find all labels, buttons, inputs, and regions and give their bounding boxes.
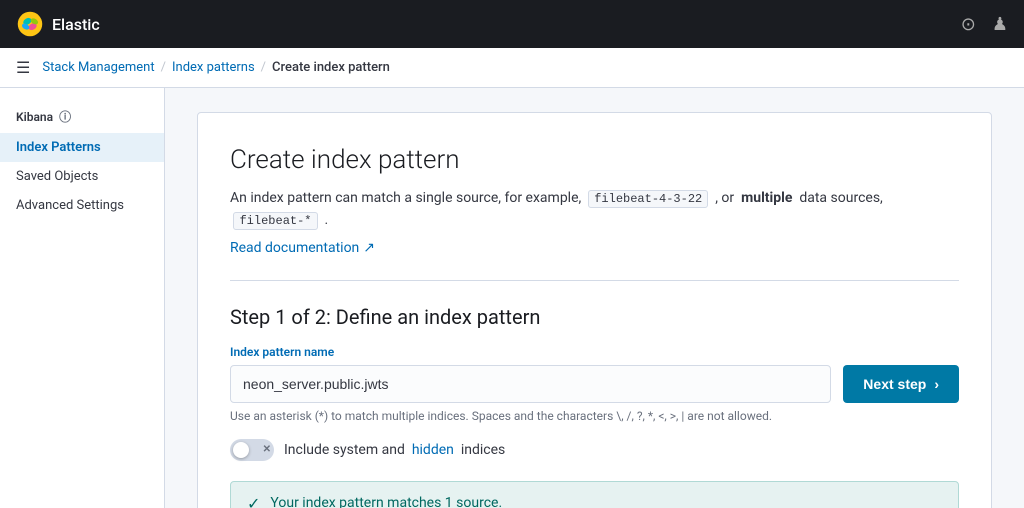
chevron-right-icon: › (934, 376, 939, 392)
doc-link[interactable]: Read documentation ↗ (230, 240, 375, 256)
user-icon[interactable]: ♟ (992, 14, 1008, 35)
hamburger-button[interactable]: ☰ (16, 58, 30, 77)
sidebar-section-title: Kibana ⓘ (0, 104, 164, 133)
desc-bold: multiple (741, 190, 792, 206)
breadcrumb-current: Create index pattern (272, 60, 390, 75)
toggle-label: Include system and hidden indices (284, 442, 505, 458)
breadcrumb-stack-management[interactable]: Stack Management (42, 60, 154, 75)
sidebar-help-icon[interactable]: ⓘ (59, 108, 71, 125)
breadcrumb-bar: ☰ Stack Management / Index patterns / Cr… (0, 48, 1024, 88)
toggle-label-after: indices (461, 442, 505, 458)
toggle-row: ✕ Include system and hidden indices (230, 439, 959, 461)
desc-middle: , or (715, 190, 734, 206)
top-bar-icons: ⊙ ♟ (961, 14, 1008, 35)
toggle-label-before: Include system and (284, 442, 405, 458)
divider (230, 280, 959, 281)
sidebar-item-saved-objects[interactable]: Saved Objects (0, 162, 164, 191)
breadcrumb-sep-1: / (161, 60, 166, 75)
main-layout: Kibana ⓘ Index Patterns Saved Objects Ad… (0, 88, 1024, 508)
desc-after: data sources, (799, 190, 882, 206)
content-card: Create index pattern An index pattern ca… (197, 112, 992, 508)
help-icon[interactable]: ⊙ (961, 14, 976, 35)
next-step-button[interactable]: Next step › (843, 365, 959, 403)
check-icon: ✓ (247, 494, 260, 508)
app-name: Elastic (52, 15, 100, 34)
hidden-indices-toggle[interactable]: ✕ (230, 439, 274, 461)
sidebar-item-advanced-settings[interactable]: Advanced Settings (0, 191, 164, 220)
toggle-thumb (233, 442, 249, 458)
page-title: Create index pattern (230, 145, 959, 175)
toggle-track: ✕ (230, 439, 274, 461)
input-row: Next step › (230, 365, 959, 403)
sidebar-item-index-patterns[interactable]: Index Patterns (0, 133, 164, 162)
sidebar-nav: Index Patterns Saved Objects Advanced Se… (0, 133, 164, 220)
content-area: Create index pattern An index pattern ca… (165, 88, 1024, 508)
top-bar: Elastic ⊙ ♟ (0, 0, 1024, 48)
success-banner: ✓ Your index pattern matches 1 source. (230, 481, 959, 508)
toggle-x-icon: ✕ (263, 442, 271, 458)
success-message: Your index pattern matches 1 source. (270, 495, 502, 508)
sidebar: Kibana ⓘ Index Patterns Saved Objects Ad… (0, 88, 165, 508)
external-link-icon: ↗ (363, 240, 375, 256)
index-pattern-input[interactable] (230, 365, 831, 403)
breadcrumb: Stack Management / Index patterns / Crea… (42, 60, 390, 75)
page-description: An index pattern can match a single sour… (230, 187, 959, 232)
breadcrumb-index-patterns[interactable]: Index patterns (172, 60, 255, 75)
next-step-label: Next step (863, 376, 926, 392)
elastic-logo-icon (16, 10, 44, 38)
example-single: filebeat-4-3-22 (588, 190, 708, 208)
desc-end: . (324, 212, 328, 228)
breadcrumb-sep-2: / (261, 60, 266, 75)
field-hint: Use an asterisk (*) to match multiple in… (230, 409, 959, 423)
doc-link-label: Read documentation (230, 240, 359, 256)
example-multiple: filebeat-* (233, 212, 317, 230)
field-label: Index pattern name (230, 345, 959, 359)
toggle-label-link[interactable]: hidden (412, 442, 454, 458)
step-title: Step 1 of 2: Define an index pattern (230, 305, 959, 329)
app-logo: Elastic (16, 10, 100, 38)
desc-before: An index pattern can match a single sour… (230, 190, 581, 206)
